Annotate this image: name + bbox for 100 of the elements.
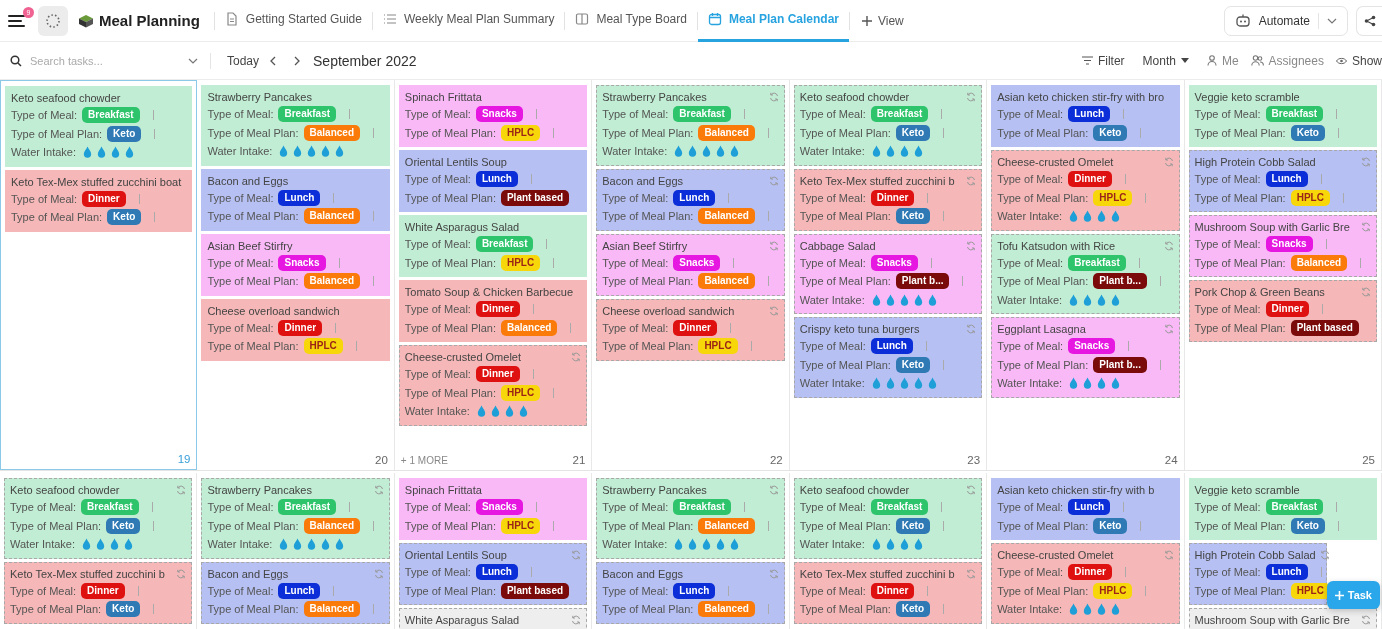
field-tag[interactable]: Snacks	[1265, 236, 1313, 253]
meal-card[interactable]: Veggie keto scramble Type of Meal: Breakfast Type of Meal Plan: Keto	[1188, 478, 1377, 540]
add-view-button[interactable]: View	[850, 13, 916, 28]
field-tag[interactable]: Lunch	[673, 189, 716, 206]
meal-card[interactable]: Bacon and Eggs Type of Meal: Lunch Type of Meal Plan: Balanced	[596, 168, 785, 231]
field-tag[interactable]: Keto	[895, 517, 931, 534]
assignees-button[interactable]: Assignees	[1244, 53, 1330, 68]
space-button[interactable]	[38, 5, 68, 36]
share-button[interactable]	[1356, 5, 1382, 36]
field-tag[interactable]: Keto	[895, 124, 931, 141]
water-rating[interactable]	[1069, 210, 1121, 223]
field-tag[interactable]: Snacks	[870, 254, 918, 271]
filter-button[interactable]: Filter	[1075, 53, 1131, 68]
field-tag[interactable]: Snacks	[475, 106, 523, 123]
field-tag[interactable]: HPLC	[1093, 582, 1133, 599]
meal-card[interactable]: Cheese-crusted Omelet Type of Meal: Dinner Type of Meal Plan: HPLC Water Intake:	[398, 345, 588, 426]
field-tag[interactable]: Keto	[1093, 517, 1128, 534]
meal-card[interactable]: Strawberry Pancakes Type of Meal: Breakfast Type of Meal Plan: Balanced Water Intake:	[201, 478, 390, 559]
field-tag[interactable]: Lunch	[475, 564, 518, 581]
field-tag[interactable]: Dinner	[1068, 171, 1112, 188]
field-tag[interactable]: Keto	[107, 125, 142, 142]
meal-card[interactable]: Asian Beef Stirfry Type of Meal: Snacks Type of Meal Plan: Balanced	[201, 233, 390, 296]
field-tag[interactable]: Lunch	[475, 171, 518, 188]
meal-card[interactable]: Keto Tex-Mex stuffed zucchini b Type of Meal: Dinner Type of Meal Plan: Keto	[793, 168, 983, 231]
field-tag[interactable]: HPLC	[1093, 189, 1133, 206]
field-tag[interactable]: Lunch	[1265, 564, 1308, 581]
water-rating[interactable]	[871, 293, 937, 306]
menu-icon[interactable]	[8, 13, 26, 28]
meal-card[interactable]: Bacon and Eggs Type of Meal: Lunch Type of Meal Plan: Balanced	[201, 168, 390, 231]
field-tag[interactable]: Snacks	[1068, 338, 1116, 355]
field-tag[interactable]: Keto	[1290, 517, 1325, 534]
field-tag[interactable]: Keto	[106, 601, 141, 618]
water-rating[interactable]	[871, 145, 923, 158]
water-rating[interactable]	[279, 145, 345, 158]
meal-card[interactable]: Asian Beef Stirfry Type of Meal: Snacks Type of Meal Plan: Balanced	[596, 233, 785, 296]
meal-card[interactable]: Keto Tex-Mex stuffed zucchini b Type of Meal: Dinner Type of Meal Plan: Keto	[4, 561, 193, 624]
water-rating[interactable]	[1069, 603, 1121, 616]
field-tag[interactable]: Lunch	[1068, 499, 1111, 516]
meal-card[interactable]: Strawberry Pancakes Type of Meal: Breakfast Type of Meal Plan: Balanced Water Intake:	[201, 85, 390, 166]
meal-card[interactable]: Keto seafood chowder Type of Meal: Breakfast Type of Meal Plan: Keto Water Intake:	[5, 86, 193, 167]
meal-card[interactable]: Cheese overload sandwich Type of Meal: Dinner Type of Meal Plan: HPLC	[596, 298, 785, 361]
meal-card[interactable]: Tofu Katsudon with Rice Type of Meal: Breakfast Type of Meal Plan: Plant b... Water Intake:	[991, 233, 1180, 314]
meal-card[interactable]: Mushroom Soup with Garlic Bre Type of Meal: Snacks Type of Meal Plan: Balanced	[1188, 215, 1377, 277]
field-tag[interactable]: Keto	[895, 208, 931, 225]
water-rating[interactable]	[1069, 377, 1121, 390]
field-tag[interactable]: HPLC	[1290, 189, 1330, 206]
field-tag[interactable]: Lunch	[278, 189, 321, 206]
meal-card[interactable]: Asian keto chicken stir-fry with bro Type of Meal: Lunch Type of Meal Plan: Keto	[991, 85, 1180, 147]
meal-card[interactable]: High Protein Cobb Salad Type of Meal: Lunch Type of Meal Plan: HPLC	[1188, 150, 1377, 212]
meal-card[interactable]: Cheese-crusted Omelet Type of Meal: Dinner Type of Meal Plan: HPLC Water Intake:	[991, 543, 1180, 624]
field-tag[interactable]: Lunch	[1068, 106, 1111, 123]
range-dropdown[interactable]: Month	[1136, 53, 1195, 68]
meal-card[interactable]: Tomato Soup & Chicken Barbecue Type of Meal: Dinner Type of Meal Plan: Balanced	[398, 280, 588, 342]
meal-card[interactable]: Bacon and Eggs Type of Meal: Lunch Type of Meal Plan: Balanced	[201, 561, 390, 624]
meal-card[interactable]: Strawberry Pancakes Type of Meal: Breakfast Type of Meal Plan: Balanced Water Intake:	[596, 478, 785, 559]
field-tag[interactable]: Plant b...	[1093, 273, 1147, 290]
field-tag[interactable]: Keto	[107, 209, 142, 226]
me-filter-button[interactable]: Me	[1200, 53, 1245, 68]
more-link[interactable]: + 1 MORE	[400, 454, 448, 466]
meal-card[interactable]: Keto seafood chowder Type of Meal: Breakfast Type of Meal Plan: Keto Water Intake:	[793, 85, 983, 166]
meal-card[interactable]: Keto Tex-Mex stuffed zucchini boat Type of Meal: Dinner Type of Meal Plan: Keto	[5, 169, 193, 232]
meal-card[interactable]: White Asparagus Salad Type of Meal: Breakfast Type of Meal Plan: HPLC	[398, 215, 588, 277]
water-rating[interactable]	[674, 538, 740, 551]
meal-card[interactable]: Keto seafood chowder Type of Meal: Breakfast Type of Meal Plan: Keto Water Intake:	[793, 478, 983, 559]
meal-card[interactable]: Crispy keto tuna burgers Type of Meal: Lunch Type of Meal Plan: Keto Water Intake:	[793, 317, 983, 398]
meal-card[interactable]: Pork Chop & Green Beans Type of Meal: Dinner Type of Meal Plan: Plant based	[1188, 280, 1377, 342]
field-tag[interactable]: HPLC	[1290, 582, 1330, 599]
field-tag[interactable]: Plant based	[1290, 319, 1359, 336]
field-tag[interactable]: Dinner	[81, 582, 125, 599]
field-tag[interactable]: HPLC	[500, 384, 541, 401]
field-tag[interactable]: Snacks	[278, 254, 326, 271]
today-button[interactable]: Today	[221, 53, 266, 68]
meal-card[interactable]: Veggie keto scramble Type of Meal: Breakfast Type of Meal Plan: Keto	[1188, 85, 1377, 147]
field-tag[interactable]: Lunch	[870, 338, 913, 355]
field-tag[interactable]: Lunch	[1265, 171, 1308, 188]
water-rating[interactable]	[476, 405, 528, 418]
field-tag[interactable]: Keto	[1290, 124, 1325, 141]
field-tag[interactable]: Lunch	[673, 582, 716, 599]
meal-card[interactable]: Spinach Frittata Type of Meal: Snacks Type of Meal Plan: HPLC	[398, 478, 588, 540]
view-tab[interactable]: Getting Started Guide	[214, 0, 372, 42]
meal-card[interactable]: Spinach Frittata Type of Meal: Snacks Type of Meal Plan: HPLC	[398, 85, 588, 147]
meal-card[interactable]: Asian keto chicken stir-fry with b Type of Meal: Lunch Type of Meal Plan: Keto	[991, 478, 1180, 540]
meal-card[interactable]: Strawberry Pancakes Type of Meal: Breakfast Type of Meal Plan: Balanced Water Intake:	[596, 85, 785, 166]
field-tag[interactable]: Keto	[1093, 124, 1128, 141]
field-tag[interactable]: Plant b...	[895, 273, 950, 290]
view-tab[interactable]: Meal Type Board	[565, 0, 697, 42]
meal-card[interactable]: High Protein Cobb Salad Type of Meal: Lunch Type of Meal Plan: HPLC	[1188, 543, 1327, 605]
water-rating[interactable]	[674, 145, 740, 158]
water-rating[interactable]	[83, 146, 134, 159]
meal-card[interactable]: Keto Tex-Mex stuffed zucchini b Type of Meal: Dinner Type of Meal Plan: Keto	[793, 561, 983, 624]
field-tag[interactable]: Dinner	[1265, 301, 1310, 318]
field-tag[interactable]: Plant based	[500, 189, 570, 206]
view-tab[interactable]: Weekly Meal Plan Summary	[372, 0, 565, 42]
field-tag[interactable]: Lunch	[278, 582, 321, 599]
field-tag[interactable]: Keto	[106, 517, 141, 534]
field-tag[interactable]: HPLC	[500, 517, 541, 534]
field-tag[interactable]: Snacks	[673, 254, 721, 271]
show-button[interactable]: Show	[1329, 53, 1382, 68]
field-tag[interactable]: HPLC	[698, 338, 738, 355]
field-tag[interactable]: HPLC	[303, 338, 343, 355]
